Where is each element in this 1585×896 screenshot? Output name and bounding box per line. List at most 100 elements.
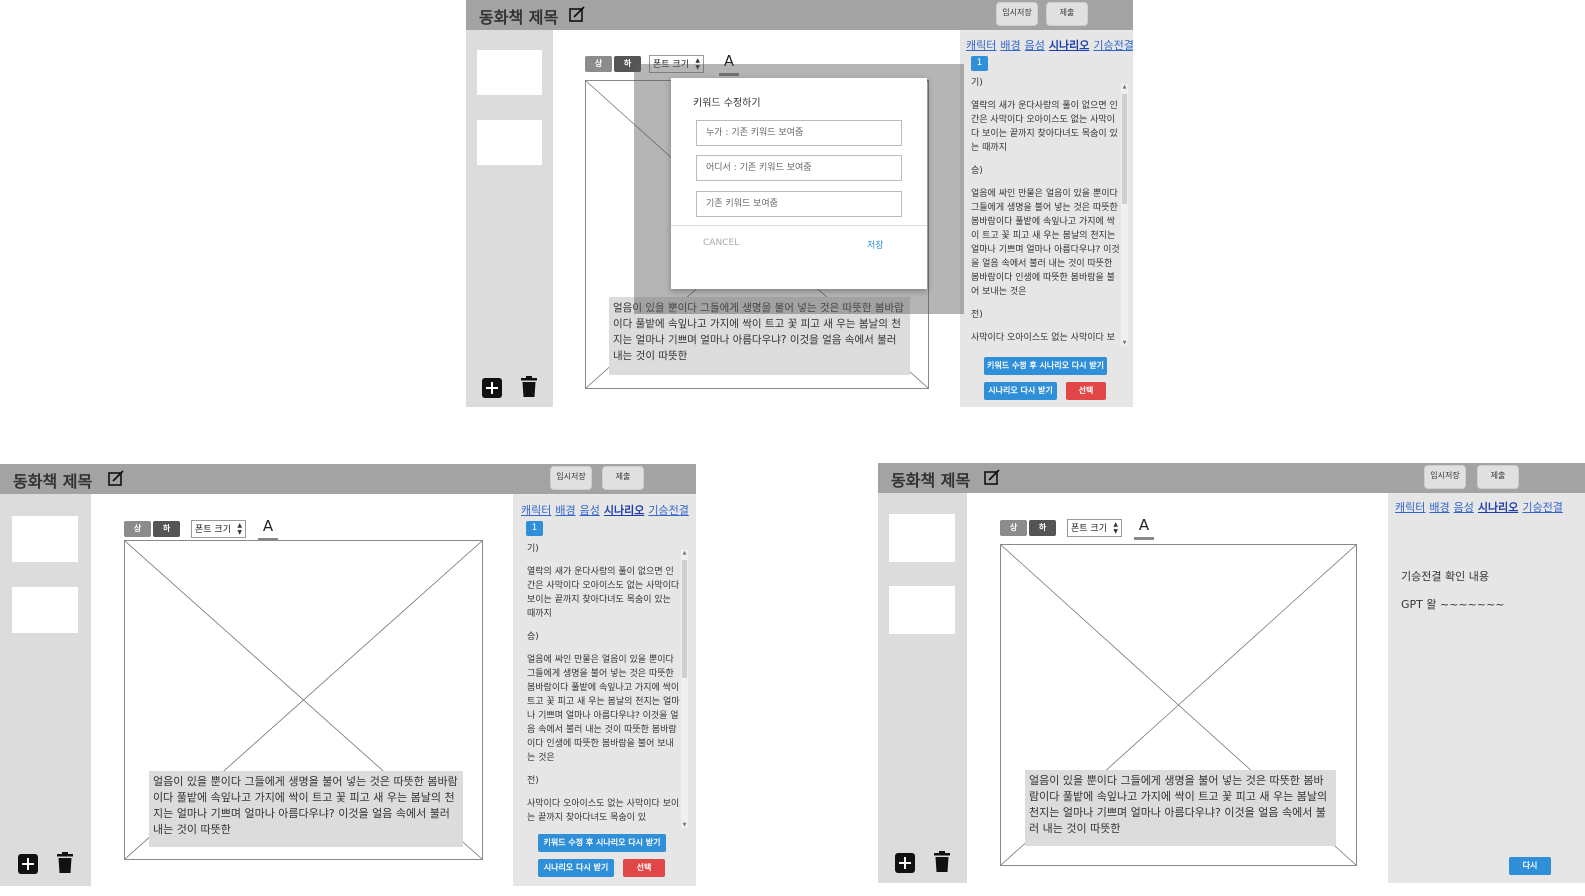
trash-icon[interactable] [520, 376, 538, 398]
seung-label: 승) [527, 632, 539, 642]
book-title: 동화책 제목 [13, 472, 93, 491]
jeon-text: 사막이다 오아이스도 없는 사막이다 보이는 끝까지 찾아다녀도 목숨이 있 [527, 799, 680, 823]
modal-save-button[interactable]: 저장 [867, 238, 884, 251]
page-thumbnail[interactable] [477, 120, 542, 165]
position-up-button[interactable]: 상 [124, 521, 151, 537]
gi-label: 기) [527, 544, 539, 554]
tab-character[interactable]: 캐릭터 [521, 504, 551, 517]
keyword-edit-modal: 키워드 수정하기 누가 : 기존 키워드 보여줌 어디서 : 기존 키워드 보여… [671, 78, 927, 289]
frame-scenario: 동화책 제목 임시저장 제출 상 하 폰트 크기 ▲ ▼ A 얼음이 있을 뿐이다 … [0, 464, 696, 886]
scenario-scrollbar[interactable]: ▲ ▼ [681, 550, 688, 828]
scroll-down-icon[interactable]: ▼ [1121, 340, 1128, 346]
tab-background[interactable]: 배경 [555, 504, 575, 517]
tab-scenario[interactable]: 시나리오 [604, 504, 644, 517]
tab-structure[interactable]: 기승전결 [1093, 39, 1133, 52]
tab-background[interactable]: 배경 [1429, 501, 1449, 514]
scroll-thumb[interactable] [1122, 94, 1127, 204]
tab-voice[interactable]: 음성 [1454, 501, 1474, 514]
trash-icon[interactable] [933, 851, 951, 873]
tab-structure[interactable]: 기승전결 [648, 504, 688, 517]
font-size-select[interactable]: 폰트 크기 ▲ ▼ [191, 520, 246, 538]
scenario-scrollbar[interactable]: ▲ ▼ [1121, 84, 1128, 346]
image-canvas[interactable]: 얼음이 있을 뿐이다 그들에게 생명을 불어 넣는 것은 따뜻한 봄바람이다 풀… [1000, 544, 1357, 866]
text-toolbar: 상 하 폰트 크기 ▲ ▼ A [124, 517, 294, 541]
other-keyword-field[interactable]: 기존 키워드 보여줌 [696, 191, 902, 217]
scenario-text: 기) 열락의 새가 운다사랑의 풀이 없으면 인간은 사막이다 오아이스도 없는… [971, 76, 1121, 346]
add-page-icon[interactable] [482, 378, 502, 398]
story-text-box[interactable]: 얼음이 있을 뿐이다 그들에게 생명을 불어 넣는 것은 따뜻한 봄바람이다 풀… [149, 771, 463, 847]
story-text-box[interactable]: 얼음이 있을 뿐이다 그들에게 생명을 불어 넣는 것은 따뜻한 봄바람이다 풀… [1025, 770, 1336, 846]
tab-bar: 캐릭터 배경 음성 시나리오 기승전결 [1395, 499, 1567, 515]
page-number-badge[interactable]: 1 [526, 521, 543, 536]
font-size-label: 폰트 크기 [1071, 524, 1107, 534]
submit-button[interactable]: 제출 [1046, 2, 1088, 26]
top-bar: 동화책 제목 임시저장 제출 [878, 463, 1585, 493]
page-number-badge[interactable]: 1 [971, 56, 988, 71]
scroll-down-icon[interactable]: ▼ [681, 822, 688, 828]
trash-icon[interactable] [56, 852, 74, 874]
page-sidebar [878, 493, 967, 883]
tab-structure[interactable]: 기승전결 [1522, 501, 1562, 514]
tab-voice[interactable]: 음성 [1025, 39, 1045, 52]
position-down-button[interactable]: 하 [153, 521, 180, 537]
frame-keyword-modal: 동화책 제목 임시저장 제출 상 하 폰트 크기 ▲ ▼ A 얼음이 있을 뿐이다 … [466, 0, 1133, 407]
edit-icon[interactable] [569, 6, 585, 22]
page-thumbnail[interactable] [477, 50, 542, 95]
select-button[interactable]: 선택 [1066, 382, 1106, 400]
regen-after-edit-button[interactable]: 키워드 수정 후 시나리오 다시 받기 [984, 357, 1107, 375]
tab-bar: 캐릭터 배경 음성 시나리오 기승전결 [521, 502, 693, 518]
add-page-icon[interactable] [18, 854, 38, 874]
regen-after-edit-button[interactable]: 키워드 수정 후 시나리오 다시 받기 [538, 834, 666, 852]
tab-scenario[interactable]: 시나리오 [1478, 501, 1518, 514]
font-size-select[interactable]: 폰트 크기 ▲ ▼ [1067, 519, 1122, 537]
page-thumbnail[interactable] [12, 516, 78, 562]
temp-save-button[interactable]: 임시저장 [550, 466, 592, 490]
position-up-button[interactable]: 상 [1000, 520, 1027, 536]
tab-background[interactable]: 배경 [1000, 39, 1020, 52]
page-thumbnail[interactable] [12, 587, 78, 633]
font-color-icon[interactable]: A [258, 517, 278, 541]
frame-structure-confirm: 동화책 제목 임시저장 제출 상 하 폰트 크기 ▲ ▼ A 얼음이 있을 뿐이다 … [878, 463, 1585, 883]
right-panel: 캐릭터 배경 음성 시나리오 기승전결 기승전결 확인 내용 GPT 왈 ~~~~~~~… [1388, 493, 1585, 883]
scroll-up-icon[interactable]: ▲ [1121, 84, 1128, 90]
gi-text: 열락의 새가 운다사랑의 풀이 없으면 인간은 사막이다 오아이스도 없는 사막… [527, 567, 680, 619]
tab-scenario[interactable]: 시나리오 [1049, 39, 1089, 52]
book-title: 동화책 제목 [891, 471, 971, 490]
submit-button[interactable]: 제출 [1477, 465, 1519, 489]
where-keyword-field[interactable]: 어디서 : 기존 키워드 보여줌 [696, 155, 902, 181]
select-button[interactable]: 선택 [623, 859, 665, 877]
stepper-arrows-icon: ▲ ▼ [1113, 521, 1118, 535]
jeon-label: 전) [527, 776, 539, 786]
position-up-button[interactable]: 상 [585, 56, 612, 72]
font-size-label: 폰트 크기 [195, 525, 231, 535]
edit-icon[interactable] [984, 469, 1000, 485]
page-thumbnail[interactable] [889, 514, 955, 562]
who-keyword-field[interactable]: 누가 : 기존 키워드 보여줌 [696, 120, 902, 146]
tab-character[interactable]: 캐릭터 [966, 39, 996, 52]
image-canvas[interactable]: 얼음이 있을 뿐이다 그들에게 생명을 불어 넣는 것은 따뜻한 봄바람이다 풀… [124, 540, 483, 860]
edit-icon[interactable] [108, 470, 124, 486]
top-bar: 동화책 제목 임시저장 제출 [466, 0, 1133, 30]
scenario-text: 기) 열락의 새가 운다사랑의 풀이 없으면 인간은 사막이다 오아이스도 없는… [527, 542, 681, 828]
regen-scenario-button[interactable]: 시나리오 다시 받기 [538, 859, 614, 877]
modal-divider [671, 225, 927, 226]
add-page-icon[interactable] [895, 853, 915, 873]
modal-cancel-button[interactable]: CANCEL [703, 238, 739, 248]
scroll-up-icon[interactable]: ▲ [681, 550, 688, 556]
temp-save-button[interactable]: 임시저장 [1424, 465, 1466, 489]
page-thumbnail[interactable] [889, 586, 955, 634]
top-bar: 동화책 제목 임시저장 제출 [0, 464, 696, 494]
tab-character[interactable]: 캐릭터 [1395, 501, 1425, 514]
scroll-thumb[interactable] [682, 560, 687, 678]
temp-save-button[interactable]: 임시저장 [996, 2, 1038, 26]
position-down-button[interactable]: 하 [1029, 520, 1056, 536]
right-panel: 캐릭터 배경 음성 시나리오 기승전결 1 기) 열락의 새가 운다사랑의 풀이 없으면… [960, 30, 1133, 407]
tab-voice[interactable]: 음성 [580, 504, 600, 517]
gpt-response: GPT 왈 ~~~~~~~ [1401, 598, 1505, 611]
submit-button[interactable]: 제출 [602, 466, 644, 490]
regen-scenario-button[interactable]: 시나리오 다시 받기 [984, 382, 1057, 400]
again-button[interactable]: 다시 [1509, 857, 1551, 875]
stepper-arrows-icon: ▲ ▼ [237, 522, 242, 536]
gi-text: 열락의 새가 운다사랑의 풀이 없으면 인간은 사막이다 오아이스도 없는 사막… [971, 101, 1118, 153]
font-color-icon[interactable]: A [1134, 516, 1154, 540]
